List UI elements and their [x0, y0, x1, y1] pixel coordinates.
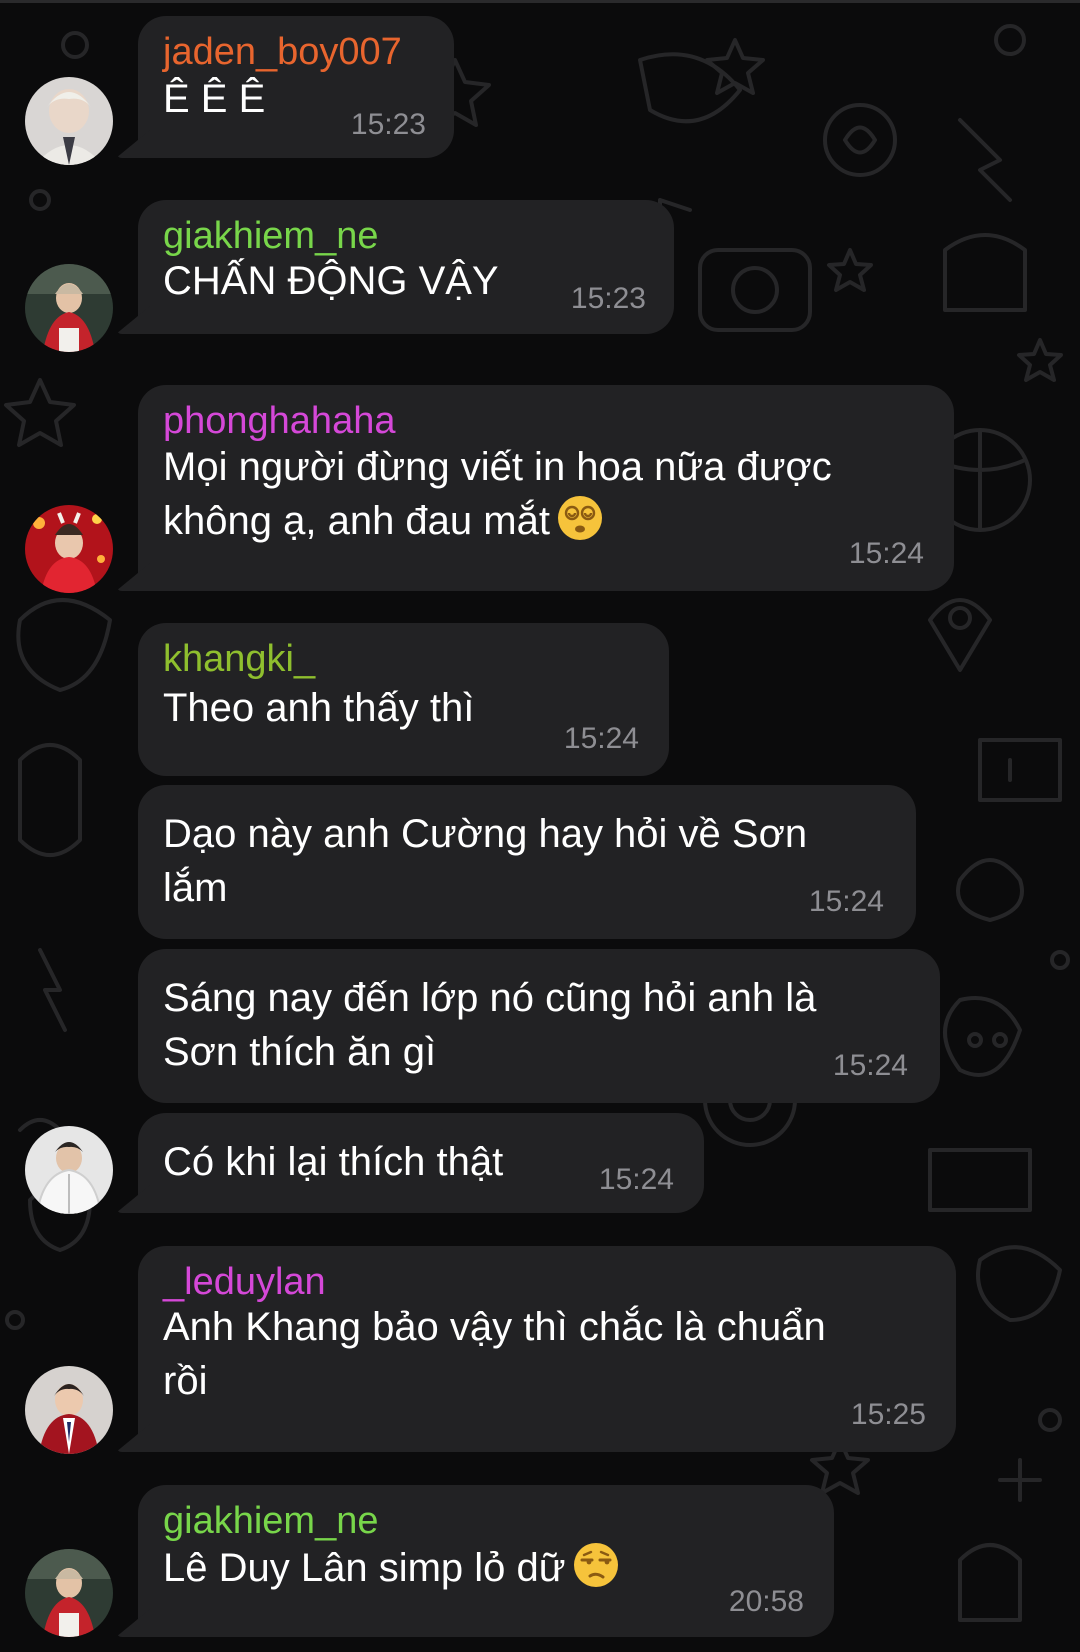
message-text: Có khi lại thích thật	[163, 1140, 504, 1184]
message-bubble[interactable]: giakhiem_ne Lê Duy Lân simp lỏ dữ 20:58	[138, 1485, 834, 1637]
message-text: Sơn thích ăn gì	[163, 1030, 437, 1074]
message-time: 15:25	[850, 1398, 926, 1431]
top-divider	[0, 0, 1080, 3]
avatar-khangki[interactable]	[25, 1126, 113, 1214]
message-text: CHẤN ĐỘNG VẬY	[163, 259, 499, 303]
message-bubble[interactable]: Có khi lại thích thật 15:24	[138, 1113, 704, 1213]
sender-name[interactable]: phonghahaha	[163, 399, 395, 443]
message-bubble[interactable]: giakhiem_ne CHẤN ĐỘNG VẬY 15:23	[138, 200, 674, 334]
sender-name[interactable]: jaden_boy007	[163, 30, 402, 74]
chat-messages[interactable]: jaden_boy007 Ê Ê Ê 15:23 giakhiem_ne CHẤ…	[0, 0, 1080, 1652]
message-time: 15:24	[563, 722, 639, 755]
message-text: Lê Duy Lân simp lỏ dữ	[163, 1541, 620, 1603]
avatar-leduylan[interactable]	[25, 1366, 113, 1454]
avatar-giakhiem[interactable]	[25, 1549, 113, 1637]
message-time: 15:24	[848, 537, 924, 570]
message-text: Dạo này anh Cường hay hỏi về Sơn	[163, 812, 808, 856]
message-text-line: không ạ, anh đau mắt	[163, 499, 550, 543]
dizzy-face-emoji	[556, 494, 604, 556]
avatar-phong[interactable]	[25, 505, 113, 593]
unamused-face-emoji	[572, 1541, 620, 1603]
message-bubble[interactable]: Sáng nay đến lớp nó cũng hỏi anh là Sơn …	[138, 949, 940, 1103]
message-time: 20:58	[728, 1585, 804, 1618]
message-text: rồi	[163, 1359, 208, 1403]
avatar-jaden[interactable]	[25, 77, 113, 165]
message-bubble[interactable]: khangki_ Theo anh thấy thì 15:24	[138, 623, 669, 776]
sender-name[interactable]: _leduylan	[163, 1260, 326, 1304]
sender-name[interactable]: giakhiem_ne	[163, 214, 378, 258]
message-time: 15:23	[350, 108, 426, 141]
message-text: lắm	[163, 866, 228, 910]
message-bubble[interactable]: Dạo này anh Cường hay hỏi về Sơn lắm 15:…	[138, 785, 916, 939]
avatar-giakhiem[interactable]	[25, 264, 113, 352]
message-bubble[interactable]: _leduylan Anh Khang bảo vậy thì chắc là …	[138, 1246, 956, 1452]
sender-name[interactable]: khangki_	[163, 637, 315, 681]
sender-name[interactable]: giakhiem_ne	[163, 1499, 378, 1543]
message-time: 15:24	[808, 885, 884, 918]
message-text: Theo anh thấy thì	[163, 686, 475, 730]
message-text: Sáng nay đến lớp nó cũng hỏi anh là	[163, 976, 817, 1020]
message-time: 15:23	[570, 282, 646, 315]
message-text: Mọi người đừng viết in hoa nữa được	[163, 445, 832, 489]
message-bubble[interactable]: jaden_boy007 Ê Ê Ê 15:23	[138, 16, 454, 158]
message-text: Anh Khang bảo vậy thì chắc là chuẩn	[163, 1305, 826, 1349]
message-time: 15:24	[598, 1163, 674, 1196]
message-text-line: Lê Duy Lân simp lỏ dữ	[163, 1546, 566, 1590]
message-time: 15:24	[832, 1049, 908, 1082]
message-bubble[interactable]: phonghahaha Mọi người đừng viết in hoa n…	[138, 385, 954, 591]
message-text: Ê Ê Ê	[163, 77, 266, 121]
message-text: không ạ, anh đau mắt	[163, 494, 604, 556]
